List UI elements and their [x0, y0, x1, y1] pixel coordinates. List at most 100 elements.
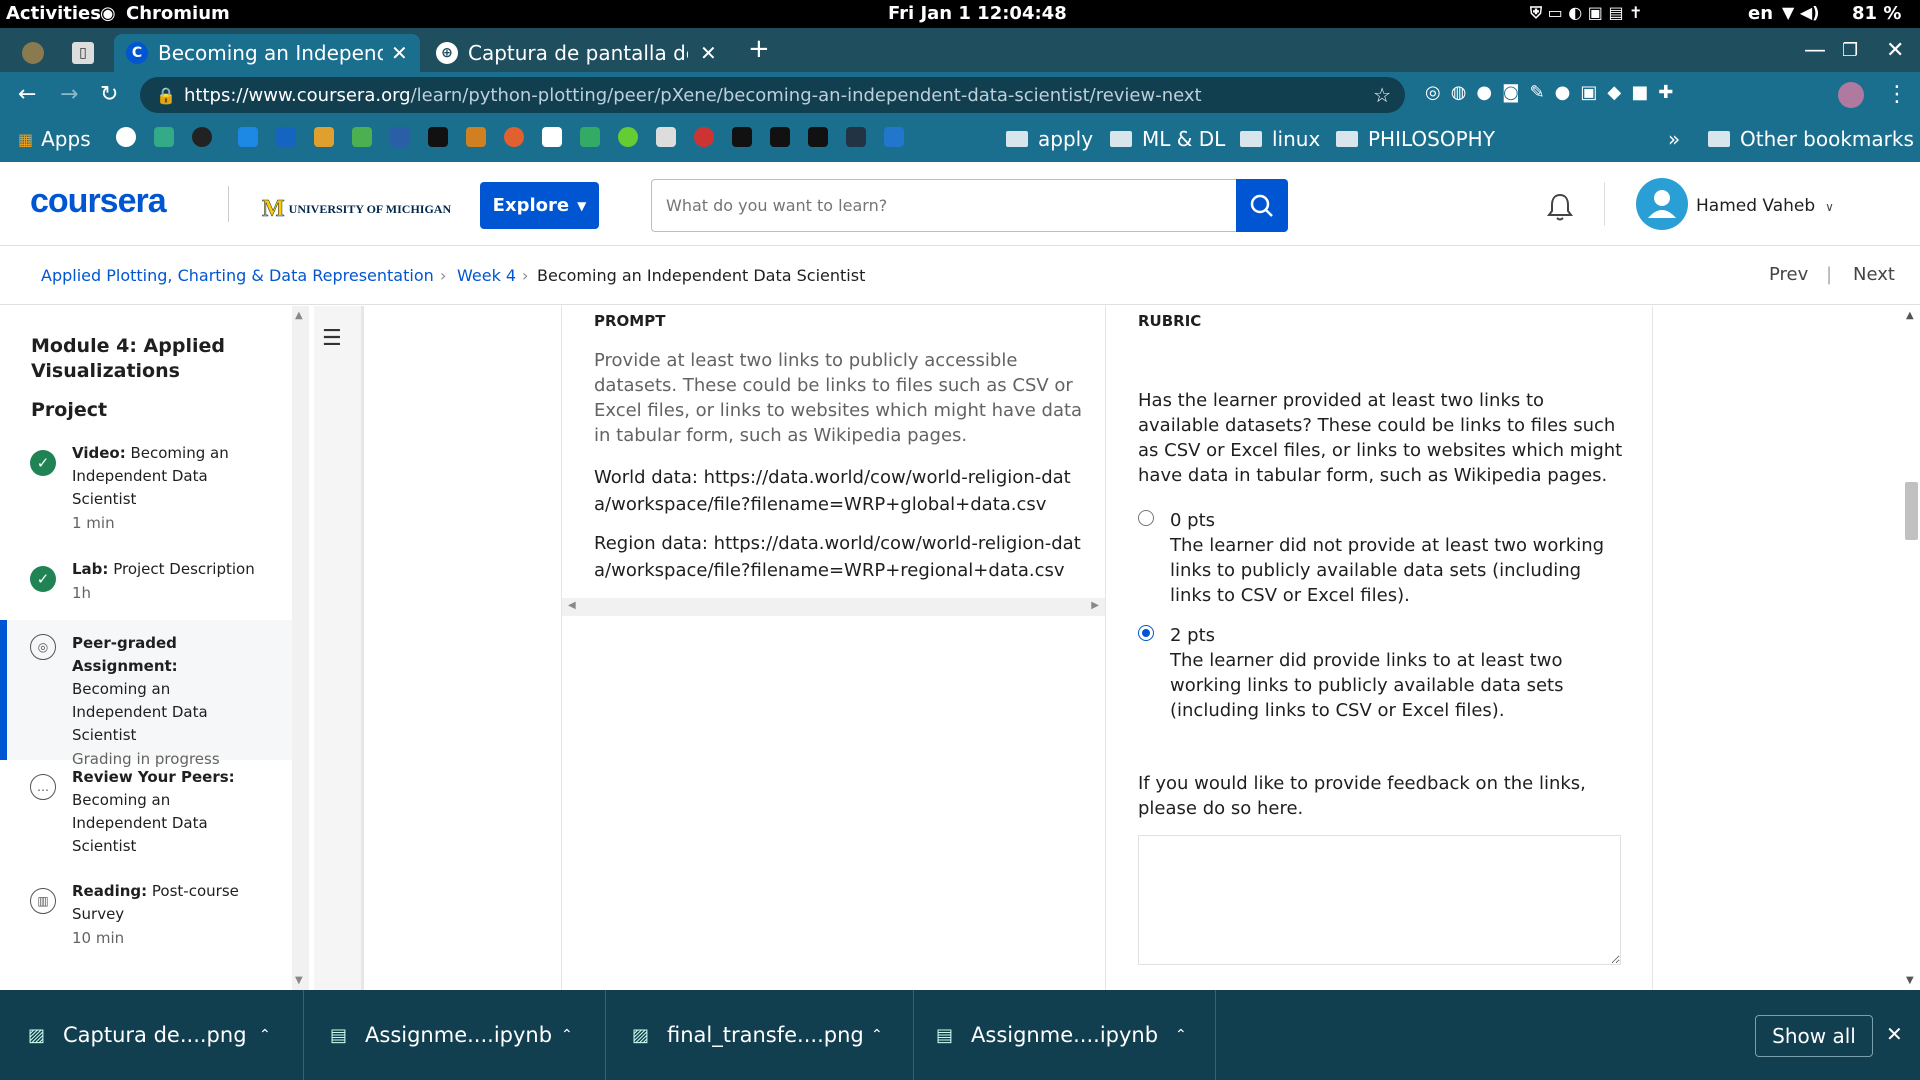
search-button[interactable] [1236, 179, 1288, 232]
bookmark-icons[interactable] [116, 127, 912, 147]
wifi-icon[interactable]: ▼ ◀) [1782, 3, 1820, 22]
minimize-icon[interactable]: — [1804, 38, 1826, 63]
bookmark-folder-philosophy[interactable]: PHILOSOPHY [1336, 127, 1495, 151]
pinned-tab-icon[interactable] [22, 34, 44, 72]
close-tab-icon[interactable]: ✕ [700, 41, 717, 65]
download-item[interactable]: ▨ final_transfe....png ⌃ [606, 990, 914, 1080]
review-content: PROMPT Provide at least two links to pub… [368, 306, 1893, 990]
check-icon: ✓ [30, 450, 56, 476]
back-icon[interactable]: ← [18, 82, 36, 107]
breadcrumb-week[interactable]: Week 4 [457, 266, 516, 285]
chevron-right-icon: › [522, 266, 529, 285]
battery-indicator[interactable]: 81 % [1852, 3, 1901, 24]
explore-button[interactable]: Explore ▼ [480, 182, 599, 229]
divider: | [1826, 264, 1833, 285]
chevron-up-icon[interactable]: ⌃ [259, 1027, 271, 1043]
divider [228, 186, 229, 222]
folder-icon [1110, 131, 1132, 147]
image-file-icon: ▨ [632, 1024, 650, 1046]
window-close-icon[interactable]: ✕ [1886, 38, 1904, 63]
university-logo[interactable]: M UNIVERSITY OF MICHIGAN [262, 196, 451, 223]
chevron-down-icon: ▼ [577, 198, 587, 213]
address-bar[interactable]: 🔒 https://www.coursera.org/learn/python-… [140, 77, 1405, 113]
other-bookmarks-label: Other bookmarks [1740, 127, 1914, 151]
profile-avatar[interactable] [1838, 82, 1864, 108]
prompt-section: PROMPT Provide at least two links to pub… [594, 312, 1084, 584]
radio-0pts[interactable] [1138, 510, 1154, 526]
next-link[interactable]: Next [1853, 264, 1895, 285]
breadcrumb-current: Becoming an Independent Data Scientist [537, 266, 866, 285]
scrollbar-thumb[interactable] [1905, 482, 1918, 540]
prompt-text: Provide at least two links to publicly a… [594, 350, 1083, 446]
sidebar-item-peer-graded-assignment[interactable]: ◎ Peer-graded Assignment: Becoming an In… [0, 620, 292, 768]
notification-bell-icon[interactable] [1545, 192, 1575, 226]
menu-icon[interactable]: ⋮ [1886, 82, 1908, 107]
apps-label: Apps [41, 127, 91, 151]
rubric-question: Has the learner provided at least two li… [1138, 390, 1623, 486]
item-title: Project Description [113, 560, 255, 578]
page-scrollbar[interactable]: ▲ ▼ [1903, 306, 1920, 990]
download-filename: Assignme....ipynb [365, 1023, 553, 1047]
apps-grid-icon: ▦ [18, 129, 34, 149]
option-description: The learner did not provide at least two… [1170, 535, 1605, 606]
activities-button[interactable]: Activities [6, 3, 101, 24]
bookmarks-overflow-button[interactable]: » [1668, 127, 1680, 151]
breadcrumb-course[interactable]: Applied Plotting, Charting & Data Repres… [41, 266, 433, 285]
user-menu[interactable]: Hamed Vaheb ∨ [1696, 196, 1834, 216]
region-data-answer: Region data: https://data.world/cow/worl… [594, 533, 1081, 581]
forward-icon[interactable]: → [60, 82, 78, 107]
lock-icon: 🔒 [156, 85, 176, 105]
outline-toggle-column: ☰ [314, 306, 364, 990]
close-tab-icon[interactable]: ✕ [391, 41, 408, 65]
download-item[interactable]: ▤ Assignme....ipynb ⌃ [304, 990, 606, 1080]
tab-title: Captura de pantalla de 2 [468, 41, 688, 65]
tray-icons[interactable]: ⛨ ▭ ◐ ▣ ▤ ✝ [1530, 3, 1643, 23]
other-bookmarks[interactable]: Other bookmarks [1708, 127, 1914, 151]
bookmark-folder-linux[interactable]: linux [1240, 127, 1320, 151]
chevron-up-icon[interactable]: ⌃ [561, 1027, 573, 1043]
language-indicator[interactable]: en [1748, 3, 1773, 24]
peer-assignment-icon: ◎ [30, 634, 56, 660]
bookmark-folder-ml-dl[interactable]: ML & DL [1110, 127, 1225, 151]
sidebar-scrollbar[interactable]: ▲ ▼ [292, 306, 309, 990]
partner-name: UNIVERSITY OF MICHIGAN [288, 202, 452, 216]
search-input[interactable] [651, 179, 1236, 232]
bookmark-folder-apply[interactable]: apply [1006, 127, 1093, 151]
new-tab-button[interactable]: + [748, 34, 770, 64]
coursera-favicon-icon: C [126, 42, 148, 64]
tab-coursera[interactable]: C Becoming an Independe ✕ [114, 34, 420, 72]
option-points: 0 pts [1170, 510, 1216, 531]
close-downloads-icon[interactable]: ✕ [1886, 1022, 1903, 1046]
reload-icon[interactable]: ↻ [100, 82, 118, 107]
download-item[interactable]: ▤ Assignme....ipynb ⌃ [914, 990, 1216, 1080]
outline-list-icon[interactable]: ☰ [322, 326, 342, 351]
avatar[interactable] [1636, 178, 1688, 230]
prev-link[interactable]: Prev [1769, 264, 1808, 285]
chevron-down-icon: ∨ [1825, 200, 1834, 214]
tab-screenshot[interactable]: ⊕ Captura de pantalla de 2 ✕ [430, 34, 730, 72]
extension-icons[interactable]: ◎◍●◙✎●▣◆■✚ [1425, 82, 1683, 103]
divider [1652, 306, 1653, 990]
coursera-logo[interactable]: coursera [30, 182, 167, 221]
prompt-label: PROMPT [594, 312, 666, 330]
rubric-option-1[interactable]: 2 pts The learner did provide links to a… [1138, 623, 1628, 723]
bookmark-star-icon[interactable]: ☆ [1373, 83, 1391, 107]
chevron-up-icon[interactable]: ⌃ [1175, 1027, 1187, 1043]
chevron-up-icon[interactable]: ⌃ [871, 1027, 883, 1043]
user-name: Hamed Vaheb [1696, 196, 1816, 216]
clock[interactable]: Fri Jan 1 12:04:48 [888, 3, 1067, 24]
pinned-tab-icon[interactable]: ▯ [72, 34, 94, 72]
radio-2pts[interactable] [1138, 625, 1154, 641]
block-m-icon: M [262, 196, 285, 223]
folder-icon [1006, 131, 1028, 147]
download-filename: Assignme....ipynb [971, 1023, 1159, 1047]
show-all-button[interactable]: Show all [1755, 1015, 1873, 1057]
download-item[interactable]: ▨ Captura de....png ⌃ [0, 990, 304, 1080]
restore-icon[interactable]: ❐ [1842, 40, 1858, 61]
bookmark-apps[interactable]: ▦ Apps [18, 127, 91, 151]
divider [1604, 182, 1605, 226]
horizontal-scrollbar[interactable]: ◀ ▶ [562, 598, 1105, 616]
feedback-textarea[interactable] [1138, 835, 1621, 965]
app-menu[interactable]: Chromium [126, 3, 230, 24]
rubric-option-0[interactable]: 0 pts The learner did not provide at lea… [1138, 508, 1628, 608]
